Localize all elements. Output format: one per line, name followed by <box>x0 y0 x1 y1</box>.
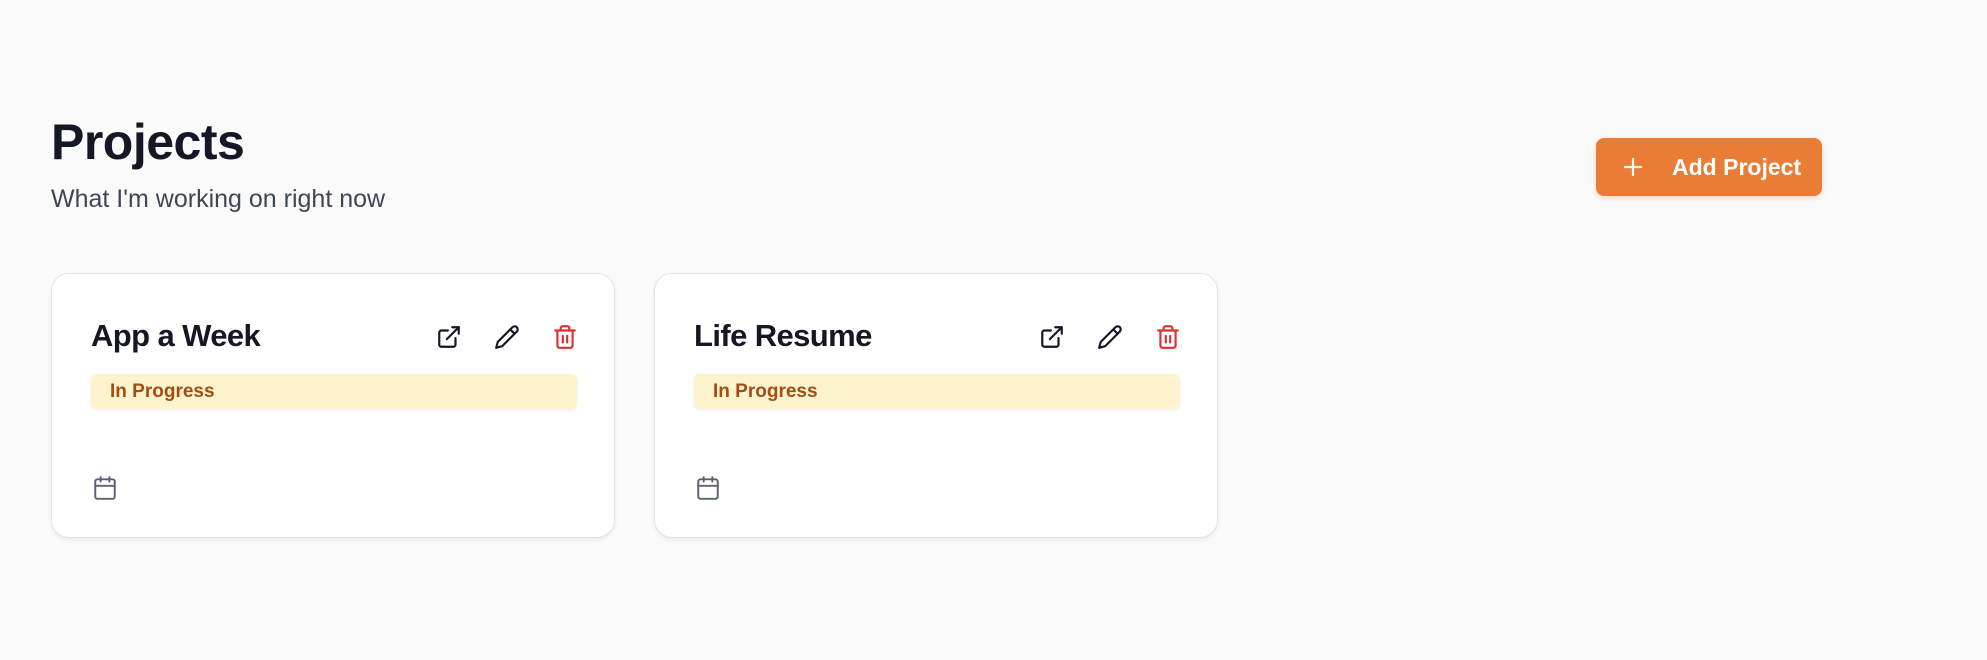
edit-button[interactable] <box>1081 324 1139 354</box>
open-link-button[interactable] <box>1023 324 1081 354</box>
delete-button[interactable] <box>1139 324 1197 354</box>
pencil-icon <box>1097 324 1123 355</box>
calendar-icon <box>695 475 721 501</box>
status-badge: In Progress <box>91 374 577 409</box>
external-link-icon <box>436 324 462 355</box>
status-badge: In Progress <box>694 374 1180 409</box>
project-title: App a Week <box>91 318 261 353</box>
edit-button[interactable] <box>478 324 536 354</box>
add-project-button[interactable]: Add Project <box>1596 138 1822 196</box>
page-subtitle: What I'm working on right now <box>51 185 386 213</box>
page-header: Projects What I'm working on right now <box>51 112 385 214</box>
open-link-button[interactable] <box>420 324 478 354</box>
project-card: Life Resume In Progress <box>654 273 1218 538</box>
project-card: App a Week In Progress <box>51 273 615 538</box>
trash-icon <box>552 324 578 355</box>
project-actions <box>1023 324 1197 354</box>
calendar-icon <box>92 475 118 501</box>
plus-icon <box>1622 156 1644 178</box>
pencil-icon <box>494 324 520 355</box>
project-title: Life Resume <box>694 318 872 353</box>
page-title: Projects <box>51 114 245 170</box>
add-project-label: Add Project <box>1672 153 1802 180</box>
trash-icon <box>1155 324 1181 355</box>
project-actions <box>420 324 594 354</box>
external-link-icon <box>1039 324 1065 355</box>
delete-button[interactable] <box>536 324 594 354</box>
